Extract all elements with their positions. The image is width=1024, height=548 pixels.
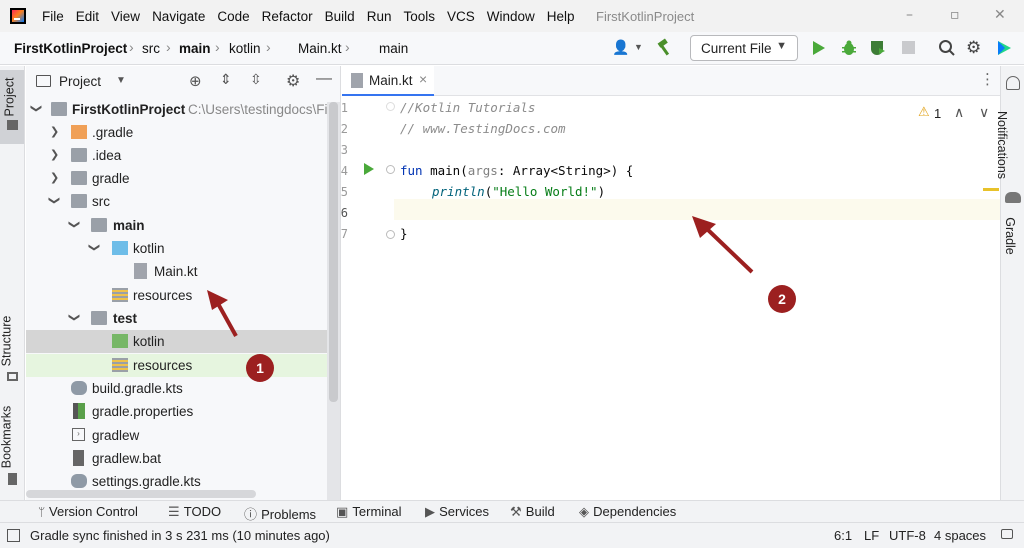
file-encoding[interactable]: UTF-8 xyxy=(889,528,926,543)
tool-label: Services xyxy=(439,504,489,519)
status-message[interactable]: Gradle sync finished in 3 s 231 ms (10 m… xyxy=(30,528,330,543)
tool-label: TODO xyxy=(183,504,222,519)
services-icon: ▶ xyxy=(425,505,440,520)
caret-position[interactable]: 6:1 xyxy=(834,528,852,543)
services-tool[interactable]: ▶ Services xyxy=(425,504,489,520)
panel-toggle-icon[interactable] xyxy=(7,529,20,542)
tool-window-bar: ᛘ Version Control ☰ TODO ⓘ Problems ▣ Te… xyxy=(0,500,1024,523)
annotation-badge-1: 1 xyxy=(246,354,274,382)
indent-setting[interactable]: 4 spaces xyxy=(934,528,986,543)
todo-tool[interactable]: ☰ TODO xyxy=(168,504,221,520)
annotation-badge-2: 2 xyxy=(768,285,796,313)
problems-tool[interactable]: ⓘ Problems xyxy=(244,504,316,523)
annotation-arrow-2 xyxy=(692,216,754,274)
tool-label: Problems xyxy=(261,507,317,522)
tool-label: Dependencies xyxy=(593,504,677,519)
tool-label: Terminal xyxy=(352,504,402,519)
dependencies-tool[interactable]: ◈ Dependencies xyxy=(579,504,676,520)
hammer-icon: ⚒ xyxy=(510,505,526,520)
info-icon: ⓘ xyxy=(244,508,262,523)
annotation-arrows xyxy=(207,216,754,337)
line-separator[interactable]: LF xyxy=(864,528,879,543)
branch-icon: ᛘ xyxy=(38,505,50,519)
status-bar: Gradle sync finished in 3 s 231 ms (10 m… xyxy=(0,522,1024,548)
build-tool[interactable]: ⚒ Build xyxy=(510,504,555,520)
annotation-arrow-1 xyxy=(207,290,238,337)
tool-label: Version Control xyxy=(49,504,138,519)
version-control-tool[interactable]: ᛘ Version Control xyxy=(38,504,138,519)
list-icon: ☰ xyxy=(168,505,184,520)
tool-label: Build xyxy=(525,504,555,519)
layers-icon: ◈ xyxy=(579,505,594,520)
lock-icon[interactable] xyxy=(1001,529,1013,539)
terminal-icon: ▣ xyxy=(336,505,353,520)
terminal-tool[interactable]: ▣ Terminal xyxy=(336,504,402,520)
